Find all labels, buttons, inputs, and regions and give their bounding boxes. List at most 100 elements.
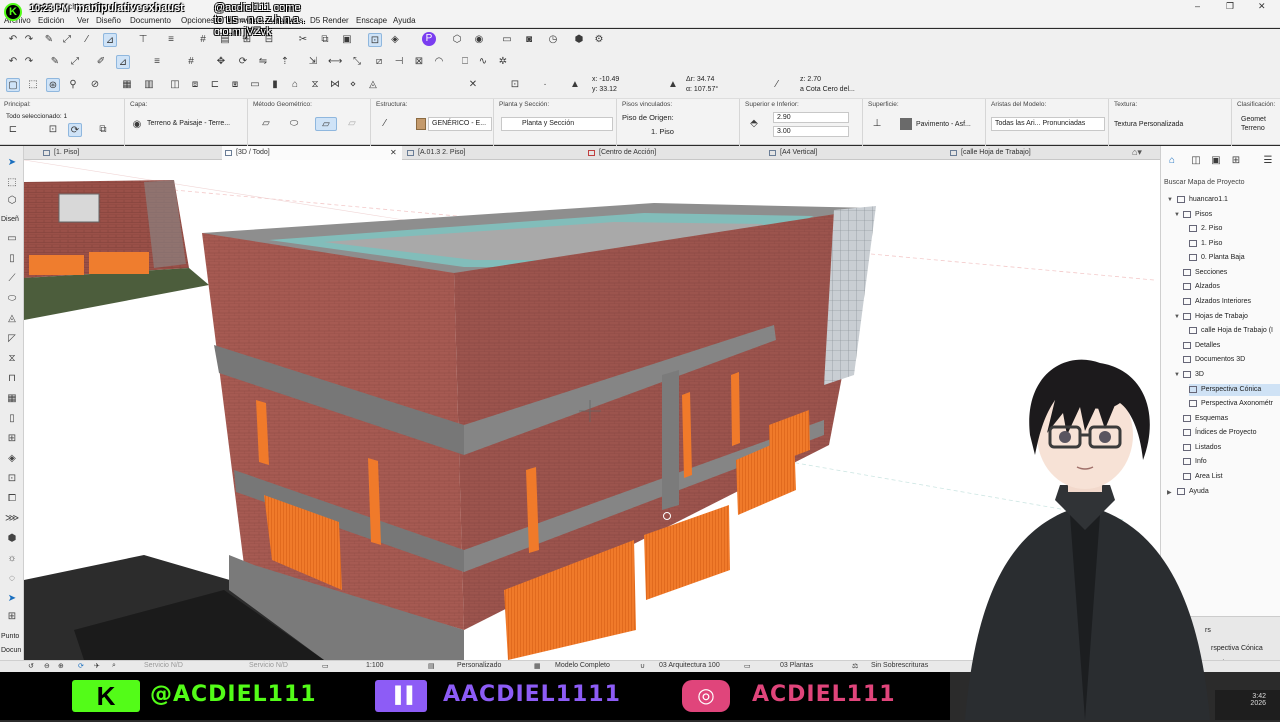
intersect-icon[interactable]: ⊠: [412, 55, 426, 69]
fillet-icon[interactable]: ◠: [432, 55, 446, 69]
zoom-fit-icon[interactable]: ⌕: [112, 662, 116, 670]
morph-tool-icon[interactable]: ⬢: [5, 532, 19, 546]
nav-planta-baja[interactable]: 0. Planta Baja: [1189, 252, 1245, 264]
zoom-out-icon[interactable]: ⊖: [44, 662, 50, 670]
tab-3d-todo[interactable]: [3D / Todo] ✕: [222, 146, 402, 160]
slab-ridge-icon[interactable]: ▱: [315, 117, 337, 131]
skylight-tool-icon[interactable]: ◈: [5, 452, 19, 466]
publisher-icon[interactable]: ⊞: [1229, 154, 1243, 168]
undo-2-icon[interactable]: ↶: [6, 55, 20, 69]
object-tool-icon[interactable]: ⬡: [5, 194, 19, 208]
nav-detalles[interactable]: Detalles: [1183, 340, 1220, 352]
camera-tool-icon[interactable]: ◌: [5, 572, 19, 586]
stack-icon[interactable]: ⧈: [188, 78, 202, 92]
rotate-view-icon[interactable]: ⟳: [68, 123, 82, 137]
paste-icon[interactable]: ▣: [340, 33, 354, 47]
door-tool-icon[interactable]: ▯: [5, 412, 19, 426]
grid-icon[interactable]: #: [196, 33, 210, 47]
caret-down-icon[interactable]: ▼: [1174, 314, 1180, 320]
window-tool-icon[interactable]: ⊞: [5, 432, 19, 446]
model-view-dropdown[interactable]: Modelo Completo: [555, 662, 610, 669]
nav-alzados-interiores[interactable]: Alzados Interiores: [1183, 296, 1251, 308]
pen-set-dropdown[interactable]: 03 Arquitectura 100: [659, 662, 720, 669]
orbit-icon[interactable]: ⊛: [46, 78, 60, 92]
piso-origen-value[interactable]: 1. Piso: [651, 127, 674, 136]
drag-icon[interactable]: ⇲: [306, 55, 320, 69]
aristas-dropdown[interactable]: Todas las Ari... Pronunciadas: [991, 117, 1105, 131]
pen-icon[interactable]: ✐: [94, 55, 108, 69]
redo-2-icon[interactable]: ↷: [22, 55, 36, 69]
layout-book-icon[interactable]: ▣: [1209, 154, 1223, 168]
cube-icon[interactable]: ⬡: [450, 33, 464, 47]
curtain-wall-tool-icon[interactable]: ▦: [5, 392, 19, 406]
tab-1-piso[interactable]: [1. Piso]: [40, 146, 220, 160]
nav-alzados[interactable]: Alzados: [1183, 281, 1220, 293]
menu-opciones[interactable]: Opciones: [181, 16, 215, 25]
column-icon[interactable]: ▮: [268, 78, 282, 92]
structure-icon[interactable]: ⁄: [378, 117, 392, 131]
clasificacion-value-1[interactable]: Geomet: [1241, 116, 1266, 123]
lamp-tool-icon[interactable]: ☼: [5, 552, 19, 566]
inject-icon[interactable]: ⤢: [68, 55, 82, 69]
wall-icon[interactable]: ▭: [248, 78, 262, 92]
align-2-icon[interactable]: ≡: [150, 55, 164, 69]
column-tool-icon[interactable]: ▯: [5, 252, 19, 266]
snap-guides-icon[interactable]: ⊤: [136, 33, 150, 47]
favorite-icon[interactable]: ⧉: [96, 123, 110, 137]
roof-tool-icon[interactable]: ◬: [5, 312, 19, 326]
arrow-tool-2-icon[interactable]: ➤: [5, 592, 19, 606]
tab-a013-2-piso[interactable]: [A.01.3 2. Piso]: [404, 146, 584, 160]
eyedropper-icon[interactable]: ✎: [42, 33, 56, 47]
pick-icon[interactable]: ✎: [48, 55, 62, 69]
eye-icon[interactable]: ◉: [130, 118, 144, 132]
servicio-1-dropdown[interactable]: Servicio N/D: [144, 662, 183, 669]
walk-status-icon[interactable]: ✈: [94, 662, 100, 670]
schedule-icon[interactable]: ▥: [142, 78, 156, 92]
camera-icon[interactable]: ◙: [522, 33, 536, 47]
gravity-icon[interactable]: ⊡: [508, 78, 522, 92]
inferior-input[interactable]: 3.00: [773, 126, 849, 137]
caret-down-icon[interactable]: ▼: [1167, 197, 1173, 203]
guide-lines-icon[interactable]: ⊿: [103, 33, 117, 47]
undo-view-icon[interactable]: ↺: [28, 662, 34, 670]
tab-close-icon[interactable]: ✕: [390, 146, 397, 160]
textura-value[interactable]: Textura Personalizada: [1114, 121, 1183, 128]
tab-centro-accion[interactable]: [Centro de Acción]: [585, 146, 765, 160]
align-icon[interactable]: ≡: [164, 33, 178, 47]
zone-tool-icon[interactable]: ⧠: [5, 492, 19, 506]
marquee-tool-icon[interactable]: ⬚: [5, 176, 19, 190]
slab-mesh-icon[interactable]: ⬭: [287, 117, 301, 131]
undo-icon[interactable]: ↶: [6, 33, 20, 47]
clock-icon[interactable]: ◷: [546, 33, 560, 47]
override-dropdown[interactable]: Sin Sobrescrituras: [871, 662, 928, 669]
injector-icon[interactable]: ⤢: [60, 33, 74, 47]
surface-icon[interactable]: ⊥: [870, 117, 884, 131]
walk-icon[interactable]: ⚲: [66, 78, 80, 92]
explode-icon[interactable]: ✲: [496, 55, 510, 69]
project-map-icon[interactable]: ⌂: [1165, 154, 1179, 168]
superficie-dropdown[interactable]: Pavimento - Asf...: [916, 121, 971, 128]
slab-tool-icon[interactable]: ⬭: [5, 292, 19, 306]
minimize-icon[interactable]: –: [1195, 1, 1200, 11]
snap-point-icon[interactable]: ·: [538, 78, 552, 92]
arrow-tool-icon[interactable]: ➤: [5, 156, 19, 170]
arrow-select-icon[interactable]: ▢: [6, 78, 20, 92]
menu-ayuda[interactable]: Ayuda: [393, 16, 416, 25]
redo-icon[interactable]: ↷: [22, 33, 36, 47]
nav-secciones[interactable]: Secciones: [1183, 267, 1227, 279]
estructura-dropdown[interactable]: GENÉRICO - E...: [428, 117, 492, 131]
shell-tool-icon[interactable]: ◸: [5, 332, 19, 346]
curve-icon[interactable]: ∿: [476, 55, 490, 69]
magic-wand-icon[interactable]: ⁄: [80, 33, 94, 47]
beam-icon[interactable]: ⊏: [208, 78, 222, 92]
table-icon[interactable]: ▦: [120, 78, 134, 92]
menu-d5-render[interactable]: D5 Render: [310, 16, 349, 25]
hotlink-icon[interactable]: ⊡: [46, 123, 60, 137]
stair-icon[interactable]: ⧖: [308, 78, 322, 92]
menu-edicion[interactable]: Edición: [38, 16, 64, 25]
grid-tool-icon[interactable]: ⊞: [5, 610, 19, 624]
view-options-icon[interactable]: ⌂▾: [1132, 147, 1142, 158]
render-icon[interactable]: ◉: [472, 33, 486, 47]
opening-tool-icon[interactable]: ⊡: [5, 472, 19, 486]
superior-input[interactable]: 2.90: [773, 112, 849, 123]
